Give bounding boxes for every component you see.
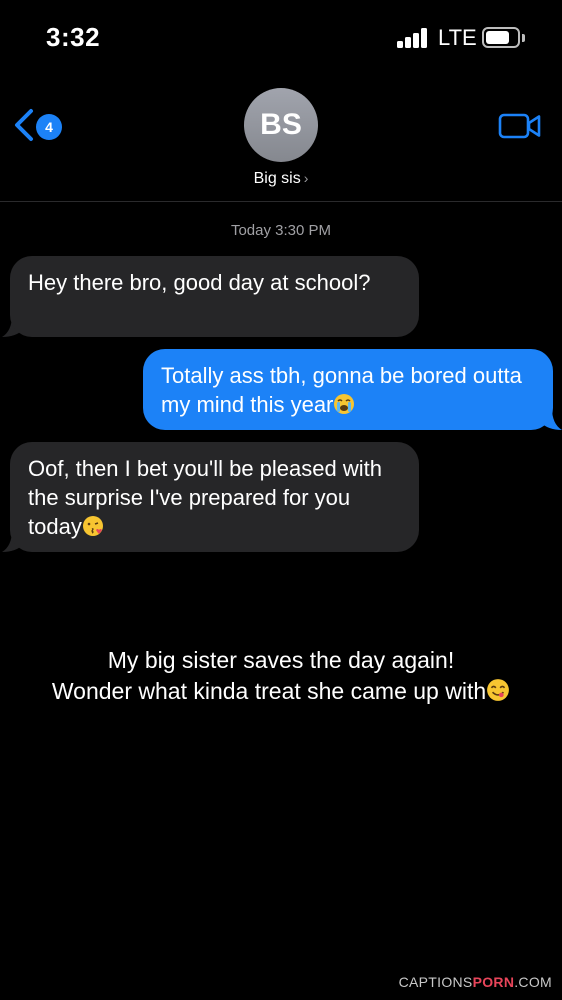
contact-avatar[interactable]: BS <box>244 88 318 162</box>
unread-count-badge: 4 <box>36 114 62 140</box>
conversation-header: 4 BS Big sis › <box>0 80 562 202</box>
status-bar: 3:32 LTE <box>0 0 562 80</box>
face-savoring-food-icon <box>487 679 510 701</box>
incoming-message[interactable]: Hey there bro, good day at school? <box>10 256 419 337</box>
contact-name-button[interactable]: Big sis › <box>0 170 562 188</box>
outgoing-message[interactable]: Totally ass tbh, gonna be bored outta my… <box>143 349 553 430</box>
video-camera-icon[interactable] <box>498 112 542 140</box>
watermark-suffix: .COM <box>514 974 552 990</box>
battery-level <box>486 31 509 44</box>
watermark-prefix: CAPTIONS <box>398 974 473 990</box>
chevron-left-icon <box>15 109 33 141</box>
contact-name: Big sis <box>253 170 301 187</box>
network-type: LTE <box>438 25 477 50</box>
back-button[interactable]: 4 <box>12 106 72 146</box>
signal-strength-icon <box>397 28 429 48</box>
caption-line-1: My big sister saves the day again! <box>107 647 455 673</box>
status-time: 3:32 <box>46 22 101 52</box>
watermark: CAPTIONSPORN.COM <box>399 974 552 990</box>
incoming-message[interactable]: Oof, then I bet you'll be pleased with t… <box>10 442 419 552</box>
chevron-right-icon: › <box>303 170 309 186</box>
caption-text: My big sister saves the day again! Wonde… <box>0 645 562 707</box>
message-text: Hey there bro, good day at school? <box>28 270 371 295</box>
watermark-brand: PORN <box>472 974 515 990</box>
face-blowing-kiss-icon <box>82 516 103 536</box>
loudly-crying-face-icon <box>334 394 355 414</box>
battery-icon <box>482 27 520 48</box>
caption-line-2: Wonder what kinda treat she came up with <box>51 678 487 704</box>
battery-tip <box>522 34 525 42</box>
message-timestamp: Today 3:30 PM <box>230 222 332 239</box>
